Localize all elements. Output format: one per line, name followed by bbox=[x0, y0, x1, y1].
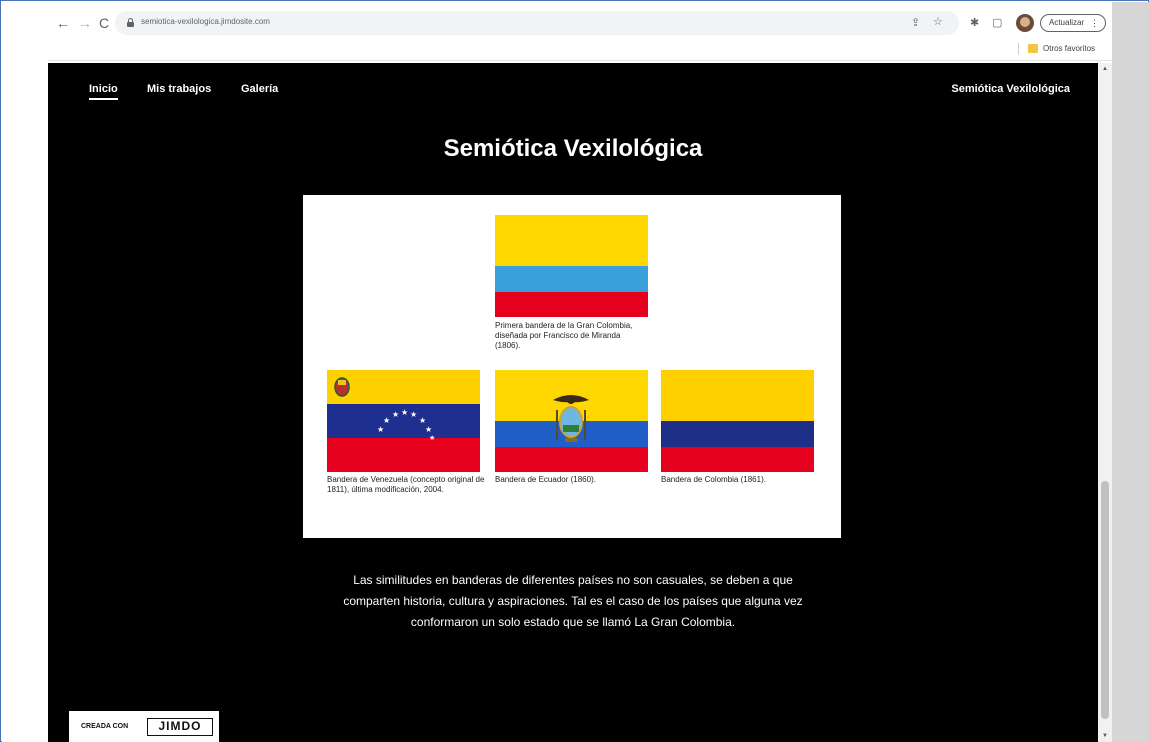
svg-text:★: ★ bbox=[419, 416, 426, 425]
web-page: Inicio Mis trabajos Galería Semiótica Ve… bbox=[48, 63, 1098, 742]
extensions-icon[interactable]: ✱ bbox=[970, 17, 979, 29]
scroll-thumb[interactable] bbox=[1101, 481, 1109, 719]
update-label: Actualizar bbox=[1049, 18, 1085, 27]
screenshot-frame: ← → C semiotica-vexilologica.jimdosite.c… bbox=[0, 0, 1149, 742]
paragraph-line: conformaron un solo estado que se llamó … bbox=[410, 615, 736, 629]
flag-stripe-blue bbox=[661, 421, 814, 447]
other-bookmarks-link[interactable]: Otros favoritos bbox=[1043, 44, 1095, 53]
active-nav-indicator bbox=[89, 98, 118, 100]
flags-image: Primera bandera de la Gran Colombia, dis… bbox=[303, 195, 841, 538]
menu-dots-icon[interactable]: ⋮ bbox=[1090, 15, 1099, 31]
address-bar[interactable]: semiotica-vexilologica.jimdosite.com ⇪ ☆ bbox=[115, 11, 959, 35]
flag-colombia bbox=[661, 370, 814, 472]
jimdo-logo: JIMDO bbox=[147, 718, 213, 736]
flag-gran-colombia bbox=[495, 215, 648, 317]
back-icon[interactable]: ← bbox=[56, 16, 70, 30]
right-margin bbox=[1112, 2, 1149, 742]
page-scrollbar[interactable]: ▲ ▼ bbox=[1098, 63, 1112, 742]
share-icon[interactable]: ⇪ bbox=[911, 17, 920, 29]
svg-text:★: ★ bbox=[383, 416, 390, 425]
svg-text:★: ★ bbox=[410, 410, 417, 419]
flag-venezuela: ★ ★ ★ ★ ★ ★ ★ ★ bbox=[327, 370, 480, 472]
page-title: Semiótica Vexilológica bbox=[443, 135, 703, 162]
nav-item-mis-trabajos[interactable]: Mis trabajos bbox=[147, 83, 211, 95]
svg-text:★: ★ bbox=[377, 425, 384, 434]
stars-arc: ★ ★ ★ ★ ★ ★ ★ ★ bbox=[377, 408, 435, 442]
url-text: semiotica-vexilologica.jimdosite.com bbox=[141, 17, 270, 26]
flag-stripe-yellow bbox=[661, 370, 814, 421]
svg-text:★: ★ bbox=[425, 425, 432, 434]
reload-icon[interactable]: C bbox=[99, 16, 109, 30]
ecuador-coat-of-arms bbox=[553, 395, 589, 442]
flag-stripe-red bbox=[495, 292, 648, 317]
flag-stripe-red bbox=[661, 447, 814, 472]
jimdo-badge[interactable]: CREADA CON JIMDO bbox=[69, 711, 219, 742]
created-with-label: CREADA CON bbox=[81, 723, 129, 730]
venezuela-emblem: ★ ★ ★ ★ ★ ★ ★ ★ bbox=[334, 377, 435, 442]
left-margin bbox=[2, 2, 48, 742]
svg-text:★: ★ bbox=[392, 410, 399, 419]
flag-stripe-yellow bbox=[495, 215, 648, 266]
caption-gran-colombia: Primera bandera de la Gran Colombia, dis… bbox=[495, 321, 633, 350]
caption-colombia: Bandera de Colombia (1861). bbox=[661, 475, 766, 484]
bookmarks-bar: Otros favoritos bbox=[48, 39, 1112, 61]
scroll-up-icon[interactable]: ▲ bbox=[1102, 66, 1108, 72]
scroll-down-icon[interactable]: ▼ bbox=[1102, 733, 1108, 739]
caption-ecuador: Bandera de Ecuador (1860). bbox=[495, 475, 596, 484]
site-name[interactable]: Semiótica Vexilológica bbox=[951, 83, 1070, 95]
paragraph-line: comparten historia, cultura y aspiracion… bbox=[343, 594, 803, 608]
intro-paragraph: Las similitudes en banderas de diferente… bbox=[48, 570, 1098, 633]
nav-item-inicio[interactable]: Inicio bbox=[89, 83, 118, 95]
star-icon[interactable]: ☆ bbox=[933, 16, 943, 28]
bookmarks-divider bbox=[1018, 43, 1019, 55]
browser-toolbar: ← → C semiotica-vexilologica.jimdosite.c… bbox=[48, 9, 1112, 39]
folder-icon bbox=[1028, 44, 1038, 53]
svg-text:★: ★ bbox=[429, 434, 435, 442]
avatar[interactable] bbox=[1016, 14, 1034, 32]
nav-item-galeria[interactable]: Galería bbox=[241, 83, 278, 95]
flag-ecuador bbox=[495, 370, 648, 472]
forward-icon[interactable]: → bbox=[78, 16, 92, 30]
paragraph-line: Las similitudes en banderas de diferente… bbox=[353, 573, 793, 587]
side-panel-icon[interactable]: ▢ bbox=[992, 17, 1002, 29]
svg-text:★: ★ bbox=[401, 408, 408, 417]
lock-icon bbox=[127, 18, 134, 27]
flag-stripe-blue bbox=[495, 266, 648, 292]
update-button[interactable]: Actualizar ⋮ bbox=[1040, 14, 1106, 32]
caption-venezuela: Bandera de Venezuela (concepto original … bbox=[327, 475, 485, 494]
